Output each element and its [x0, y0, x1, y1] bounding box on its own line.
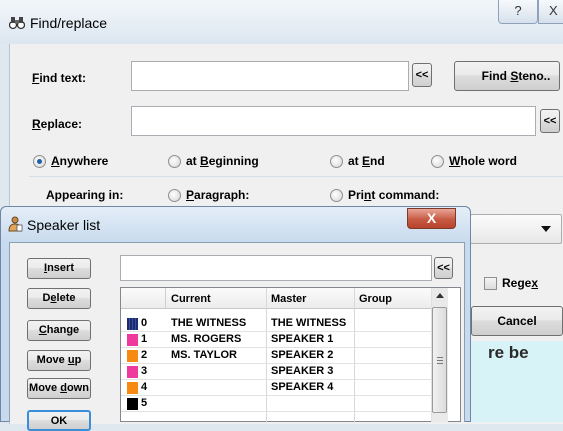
table-row[interactable]: 4 SPEAKER 4 [121, 380, 432, 396]
move-up-button[interactable]: Move up [27, 350, 91, 371]
speaker-color-swatch [127, 334, 138, 346]
radio-at-beginning-label: at Beginning [186, 154, 259, 168]
header-divider [165, 288, 166, 308]
find-text-label: Find text: [32, 71, 87, 85]
help-button[interactable]: ? [498, 0, 538, 24]
cell-master: SPEAKER 4 [271, 381, 334, 393]
regex-checkbox-box [484, 277, 497, 290]
cell-index: 1 [141, 333, 148, 345]
table-row[interactable]: 0 THE WITNESS THE WITNESS [121, 316, 432, 332]
table-header: Current Master Group [121, 288, 432, 309]
radio-anywhere-indicator [33, 155, 46, 168]
speaker-color-swatch [127, 318, 138, 330]
cell-index: 0 [141, 317, 148, 329]
radio-print-command-indicator [330, 189, 343, 202]
help-icon: ? [514, 3, 522, 18]
find-history-label: << [415, 69, 429, 81]
speaker-color-swatch [127, 398, 138, 410]
radio-paragraph-indicator [168, 189, 181, 202]
regex-label: Regex [502, 276, 539, 290]
cell-current: MS. TAYLOR [171, 349, 238, 361]
move-down-button[interactable]: Move down [27, 378, 91, 399]
speaker-history-button[interactable]: << [434, 257, 453, 279]
appearing-in-label: Appearing in: [46, 188, 124, 202]
close-icon: X [426, 210, 437, 226]
insert-button[interactable]: Insert [27, 258, 91, 279]
change-button[interactable]: Change [27, 320, 91, 341]
speaker-history-label: << [437, 262, 450, 274]
cell-index: 2 [141, 349, 148, 361]
appearing-divider [29, 176, 563, 177]
speaker-color-swatch [127, 382, 138, 394]
cell-index: 5 [141, 397, 148, 409]
cell-index: 4 [141, 381, 148, 393]
find-replace-title: Find/replace [30, 15, 108, 31]
radio-whole-word-label: Whole word [449, 154, 517, 168]
speaker-list-title: Speaker list [27, 217, 101, 233]
speaker-color-swatch [127, 350, 138, 362]
cancel-button[interactable]: Cancel [471, 306, 563, 336]
close-icon: X [549, 3, 558, 18]
radio-print-command-label: Print command: [348, 188, 440, 202]
speaker-list-close-button[interactable]: X [407, 208, 456, 229]
table-row[interactable]: 2 MS. TAYLOR SPEAKER 2 [121, 348, 432, 364]
find-replace-titlebar[interactable]: Find/replace [0, 0, 563, 44]
find-text-input[interactable] [131, 61, 409, 91]
print-command-dropdown[interactable] [470, 214, 562, 244]
find-history-button[interactable]: << [412, 63, 432, 87]
replace-history-button[interactable]: << [540, 109, 560, 133]
replace-input[interactable] [131, 106, 536, 136]
scroll-up-icon[interactable] [436, 293, 444, 298]
replace-history-label: << [543, 115, 557, 127]
speaker-table[interactable]: Current Master Group 0 THE WITNESS THE WIT… [120, 287, 461, 423]
delete-button[interactable]: Delete [27, 288, 91, 309]
column-group[interactable]: Group [359, 293, 392, 305]
column-master[interactable]: Master [271, 293, 306, 305]
table-row[interactable]: 3 SPEAKER 3 [121, 364, 432, 380]
cancel-label: Cancel [497, 314, 537, 328]
cell-current: THE WITNESS [171, 317, 247, 329]
cell-index: 3 [141, 365, 148, 377]
speaker-search-input[interactable] [120, 255, 432, 281]
find-steno-button[interactable]: Find Steno.. [454, 61, 560, 91]
table-row[interactable]: 5 [121, 396, 432, 412]
binoculars-icon [9, 17, 25, 30]
document-text: re be [488, 343, 529, 362]
table-row[interactable]: 1 MS. ROGERS SPEAKER 1 [121, 332, 432, 348]
radio-at-end-label: at End [348, 154, 385, 168]
cell-master: SPEAKER 2 [271, 349, 334, 361]
document-area: re be [470, 341, 563, 422]
radio-whole-word-indicator [431, 155, 444, 168]
radio-at-end-indicator [330, 155, 343, 168]
find-replace-close-button[interactable]: X [538, 0, 563, 24]
radio-paragraph-label: Paragraph: [186, 188, 250, 202]
replace-label: Replace: [32, 117, 83, 131]
ok-label: OK [50, 415, 68, 427]
find-steno-label: Find Steno.. [481, 69, 551, 83]
speaker-icon [8, 216, 23, 232]
row-divider [121, 411, 432, 412]
speaker-list-titlebar[interactable]: Speaker list [1, 207, 470, 241]
cell-master: THE WITNESS [271, 317, 347, 329]
ok-button[interactable]: OK [27, 410, 91, 431]
speaker-color-swatch [127, 366, 138, 378]
cell-master: SPEAKER 1 [271, 333, 334, 345]
radio-at-beginning-indicator [168, 155, 181, 168]
scrollbar-thumb[interactable] [432, 307, 447, 413]
cell-current: MS. ROGERS [171, 333, 242, 345]
chevron-down-icon [541, 226, 551, 232]
cell-master: SPEAKER 3 [271, 365, 334, 377]
column-current[interactable]: Current [171, 293, 211, 305]
radio-anywhere-label: Anywhere [51, 154, 109, 168]
